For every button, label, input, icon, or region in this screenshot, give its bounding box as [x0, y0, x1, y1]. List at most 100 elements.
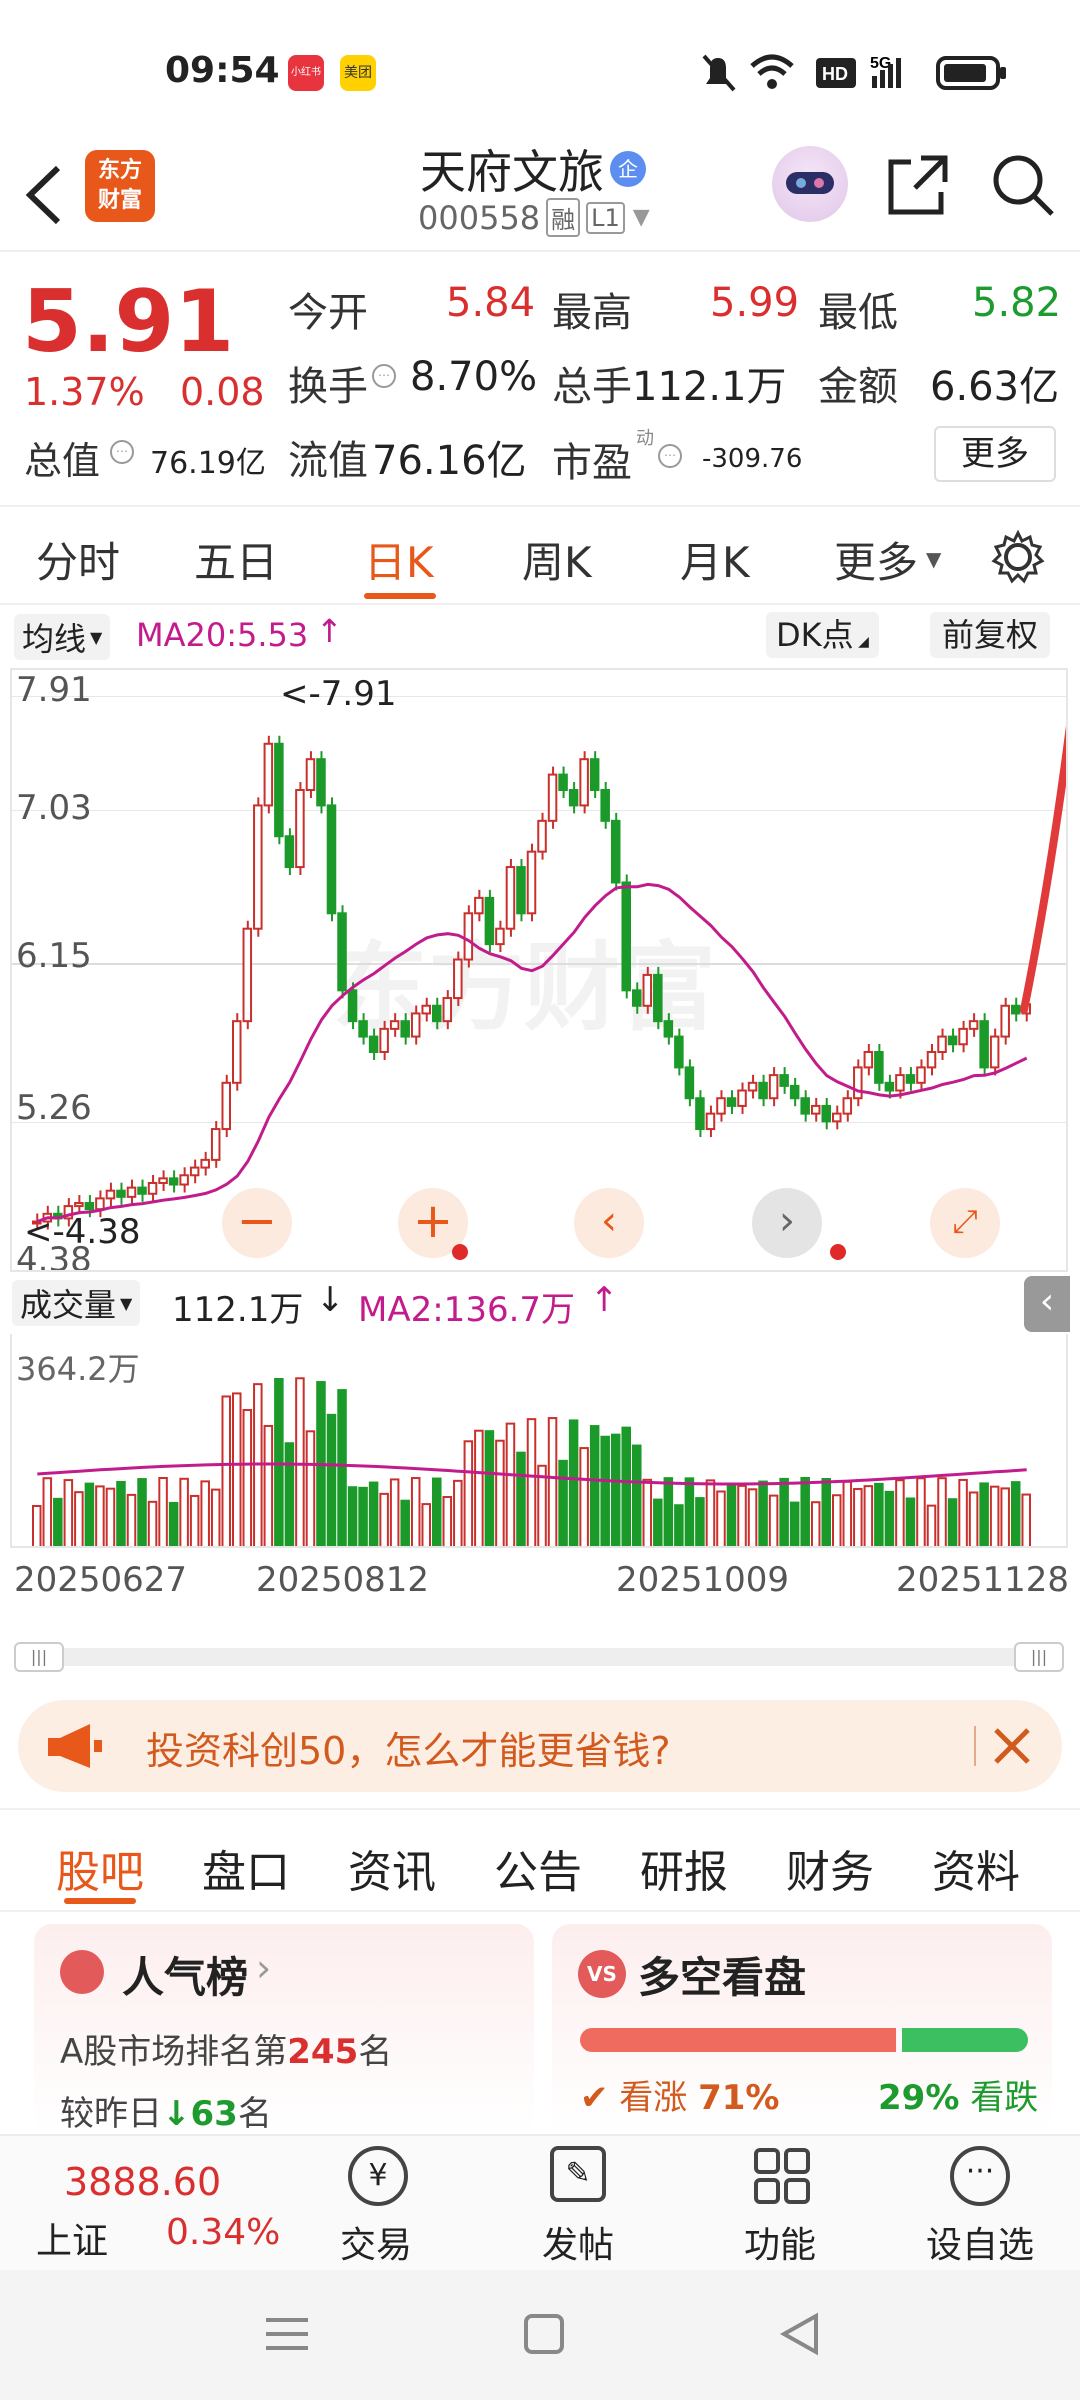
candle-body	[758, 1081, 768, 1100]
fullscreen-icon[interactable]: ⤢	[930, 1188, 1000, 1258]
volume-bar	[968, 1491, 979, 1546]
volume-bar	[705, 1479, 716, 1546]
scroll-right-button[interactable]: ›	[752, 1188, 822, 1258]
pe-label: 市盈	[552, 440, 632, 486]
tab-monthly-k[interactable]: 月K	[680, 529, 750, 590]
candle-body	[989, 1035, 1000, 1069]
menu-icon[interactable]	[262, 2314, 312, 2354]
volume-bar	[832, 1494, 842, 1546]
candle-body	[200, 1158, 210, 1169]
tab-announcements[interactable]: 公告	[494, 1836, 582, 1900]
collapse-side-panel-icon[interactable]: ‹	[1024, 1276, 1070, 1332]
settings-gear-icon[interactable]	[990, 529, 1046, 585]
zoom-out-button[interactable]: −	[222, 1188, 292, 1258]
dk-point-label: DK点	[776, 616, 854, 654]
index-value[interactable]: 3888.60	[64, 2160, 221, 2204]
tab-profile[interactable]: 资料	[932, 1836, 1020, 1900]
period-tabs: 分时 五日 日K 周K 月K 更多 ▼	[0, 505, 1080, 605]
dropdown-icon: ▼	[632, 205, 650, 230]
info-icon[interactable]: ⋯	[110, 440, 134, 464]
indicator-selector[interactable]: 成交量 ▼	[12, 1280, 141, 1326]
candle-body	[979, 1020, 989, 1069]
tab-news[interactable]: 资讯	[348, 1836, 436, 1900]
assistant-avatar-icon[interactable]	[772, 146, 848, 222]
volume-bar	[484, 1430, 495, 1546]
trade-label[interactable]: 交易	[340, 2216, 412, 2268]
volume-bar	[695, 1497, 705, 1546]
info-icon[interactable]: ⋯	[658, 444, 682, 468]
more-quote-button[interactable]: 更多	[934, 426, 1056, 482]
search-icon[interactable]	[990, 152, 1056, 218]
home-icon[interactable]	[522, 2312, 566, 2356]
compose-icon[interactable]: ✎	[550, 2146, 606, 2202]
candle-body	[421, 1004, 432, 1015]
tab-more[interactable]: 更多	[834, 529, 918, 590]
ranking-icon	[60, 1950, 104, 1994]
kline-chart[interactable]: 东方财富 7.91 7.03 6.15 5.26 4.38 <-7.91 <-4…	[10, 668, 1068, 1272]
trade-icon[interactable]: ¥	[348, 2146, 408, 2206]
tab-five-day[interactable]: 五日	[194, 529, 278, 590]
promo-banner[interactable]: 投资科创50，怎么才能更省钱?	[18, 1700, 1062, 1792]
volume-chart[interactable]: 364.2万	[10, 1334, 1068, 1548]
volume-bar	[621, 1426, 632, 1546]
volume-bar	[905, 1497, 916, 1546]
candle-body	[316, 758, 326, 807]
candle-body	[716, 1097, 726, 1115]
stock-title[interactable]: 天府文旅 企	[420, 136, 646, 202]
stock-code-row[interactable]: 000558 融 L1 ▼	[418, 198, 650, 237]
bear-label: 29% 看跌	[878, 2078, 1039, 2118]
apps-grid-icon[interactable]	[752, 2146, 812, 2206]
candle-body	[600, 789, 610, 822]
dk-point-button[interactable]: DK点 ◢	[766, 612, 879, 658]
tab-guba[interactable]: 股吧	[56, 1836, 144, 1900]
more-dots-icon[interactable]: ···	[950, 2146, 1010, 2206]
back-icon[interactable]	[20, 160, 70, 230]
range-handle-right[interactable]: |||	[1014, 1642, 1064, 1672]
tab-intraday[interactable]: 分时	[36, 529, 120, 590]
close-icon[interactable]	[990, 1724, 1034, 1768]
post-label[interactable]: 发帖	[542, 2216, 614, 2268]
pe-dynamic-mark: 动	[636, 428, 654, 449]
bull-bear-card[interactable]: VS 多空看盘 ✔ 看涨 71% 29% 看跌	[552, 1924, 1052, 2134]
high-label: 最高	[552, 290, 632, 336]
volume-current: 112.1万	[172, 1290, 304, 1330]
clock: 09:54	[165, 50, 280, 91]
candle-body	[663, 1020, 674, 1038]
volume-bar	[474, 1429, 484, 1546]
candle-body	[653, 973, 663, 1023]
change-amount: 0.08	[180, 370, 265, 414]
volume-bar	[263, 1424, 274, 1546]
volume-bar	[874, 1482, 884, 1546]
functions-label[interactable]: 功能	[744, 2216, 816, 2268]
tab-finance[interactable]: 财务	[786, 1836, 874, 1900]
candle-body	[400, 1020, 410, 1038]
float-cap-label: 流值	[288, 438, 368, 484]
candle-body	[242, 927, 253, 1023]
back-nav-icon[interactable]	[778, 2312, 822, 2356]
bear-bar	[902, 2028, 1028, 2052]
candle-body	[516, 866, 526, 915]
range-slider-track[interactable]	[14, 1648, 1064, 1666]
candle-body	[210, 1128, 221, 1161]
tab-weekly-k[interactable]: 周K	[522, 529, 592, 590]
scroll-left-button[interactable]: ‹	[574, 1188, 644, 1258]
volume-bar	[442, 1496, 453, 1546]
candle-body	[337, 912, 347, 992]
candle-body	[705, 1112, 716, 1131]
volume-bar	[42, 1477, 53, 1546]
share-icon[interactable]	[885, 152, 951, 218]
popularity-card[interactable]: 人气榜 › A股市场排名第245名 较昨日↓63名	[34, 1924, 534, 2134]
volume-bar	[358, 1486, 368, 1546]
add-watchlist-label[interactable]: 设自选	[926, 2216, 1034, 2268]
range-handle-left[interactable]: |||	[14, 1642, 64, 1672]
tab-pankou[interactable]: 盘口	[202, 1836, 290, 1900]
tab-research[interactable]: 研报	[640, 1836, 728, 1900]
candle-body	[189, 1166, 200, 1177]
info-icon[interactable]: ⋯	[372, 364, 396, 388]
adjust-mode-button[interactable]: 前复权	[930, 612, 1051, 658]
volume-bar	[421, 1503, 432, 1546]
volume-bar	[747, 1488, 758, 1546]
system-nav-bar	[0, 2270, 1080, 2400]
tab-daily-k[interactable]: 日K	[364, 529, 434, 590]
ma-selector[interactable]: 均线 ▼	[14, 614, 111, 660]
